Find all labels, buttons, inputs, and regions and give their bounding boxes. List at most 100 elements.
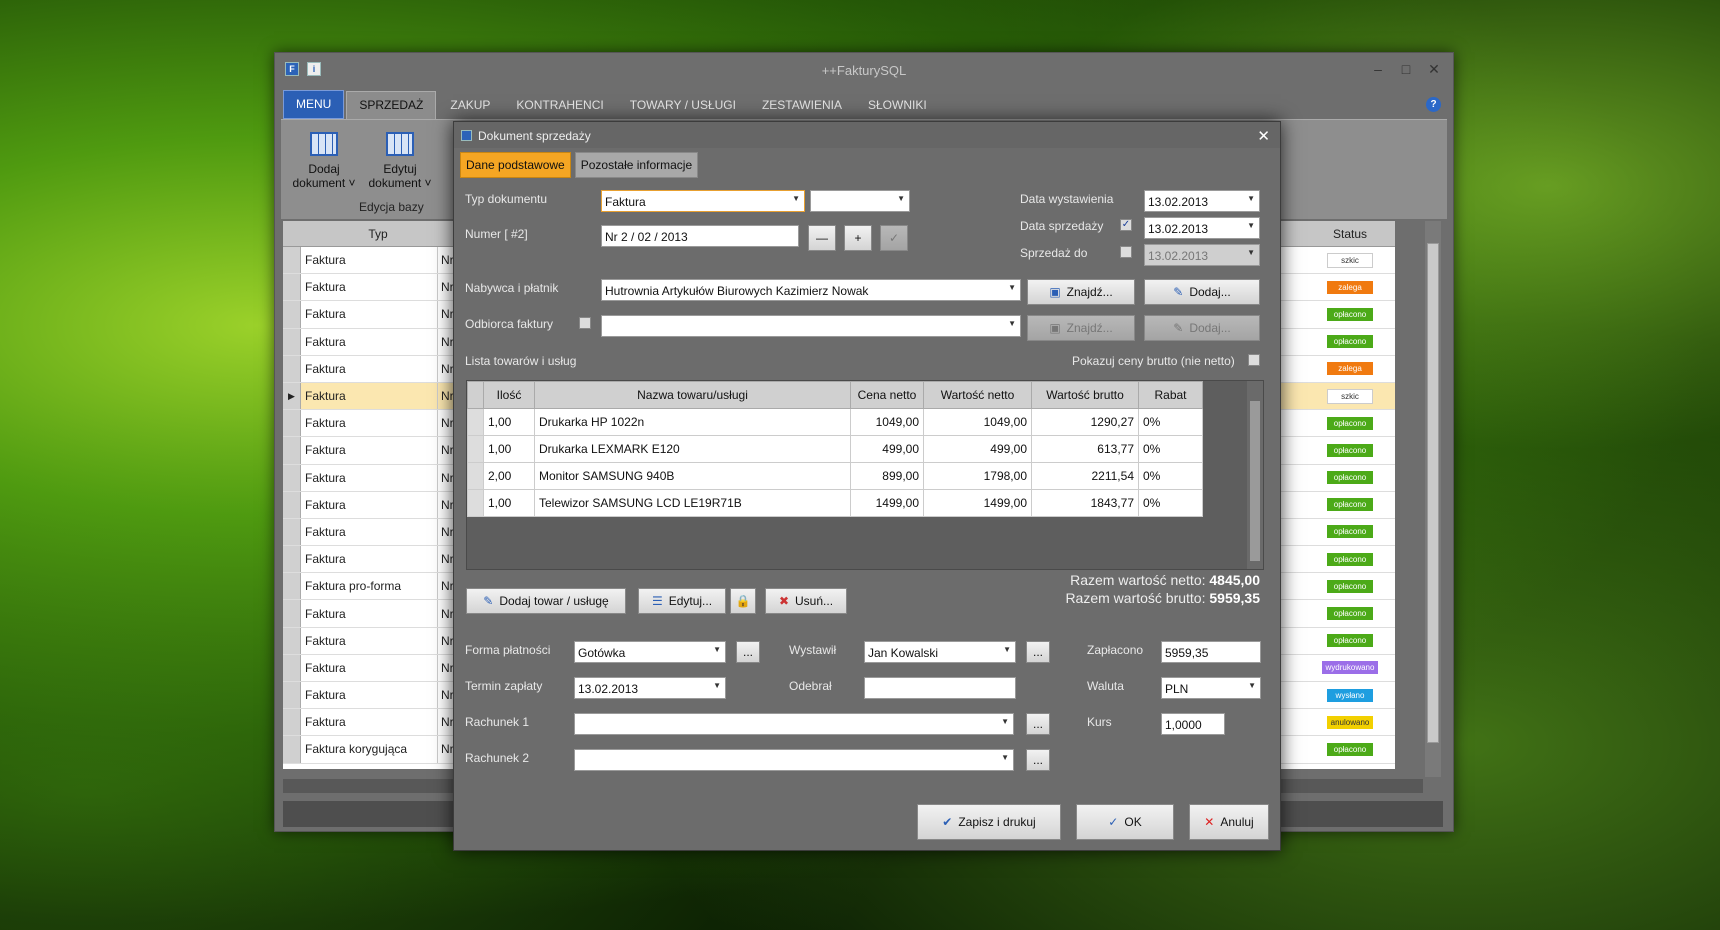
item-row[interactable]: 1,00 Drukarka LEXMARK E120 499,00 499,00… <box>467 435 1203 463</box>
dialog-title: Dokument sprzedaży <box>478 129 591 143</box>
edit-document-button[interactable]: Edytuj dokument ˅ <box>365 132 435 190</box>
tab-slowniki[interactable]: SŁOWNIKI <box>856 92 939 119</box>
increment-button[interactable]: + <box>844 225 872 251</box>
waluta-dropdown[interactable]: PLN ▼ <box>1161 677 1261 699</box>
lock-button[interactable]: 🔒 <box>730 588 756 614</box>
column-typ[interactable]: Typ <box>301 221 456 246</box>
data-sprzedazy-checkbox[interactable]: ✓ <box>1120 219 1132 231</box>
dodaj-odbiorca-button[interactable]: ✎ Dodaj... <box>1144 315 1260 341</box>
grid-vertical-scrollbar[interactable] <box>1425 221 1441 777</box>
confirm-number-button[interactable]: ✓ <box>880 225 908 251</box>
tab-zakup[interactable]: ZAKUP <box>438 92 502 119</box>
dialog-close-icon[interactable]: ✕ <box>1257 127 1270 145</box>
row-selector[interactable] <box>283 274 301 301</box>
zapisz-drukuj-button[interactable]: ✔ Zapisz i drukuj <box>917 804 1061 840</box>
row-selector[interactable] <box>283 247 301 274</box>
edytuj-button[interactable]: ☰ Edytuj... <box>638 588 726 614</box>
anuluj-button[interactable]: ✕ Anuluj <box>1189 804 1269 840</box>
col-cena-netto[interactable]: Cena netto <box>850 381 924 409</box>
status-badge: wysłano <box>1327 688 1373 702</box>
row-selector[interactable] <box>283 573 301 600</box>
ok-button[interactable]: ✓ OK <box>1076 804 1174 840</box>
termin-picker[interactable]: 13.02.2013 ▼ <box>574 677 726 699</box>
typ-sub-dropdown[interactable]: ▼ <box>810 190 910 212</box>
item-selector[interactable] <box>467 435 484 463</box>
close-icon[interactable]: ✕ <box>1425 61 1443 78</box>
col-nazwa[interactable]: Nazwa towaru/usługi <box>534 381 851 409</box>
col-ilosc[interactable]: Ilość <box>483 381 535 409</box>
help-icon[interactable]: ? <box>1426 97 1441 112</box>
row-selector[interactable] <box>283 301 301 328</box>
col-wartosc-brutto[interactable]: Wartość brutto <box>1031 381 1139 409</box>
znajdz-odbiorca-button[interactable]: ▣ Znajdź... <box>1027 315 1135 341</box>
rachunek2-ellipsis-button[interactable]: ... <box>1026 749 1050 771</box>
row-selector[interactable] <box>283 464 301 491</box>
status-cell: zalega <box>1305 274 1395 302</box>
row-selector[interactable] <box>283 355 301 382</box>
usun-button[interactable]: ✖ Usuń... <box>765 588 847 614</box>
item-selector[interactable] <box>467 489 484 517</box>
row-selector[interactable] <box>283 600 301 627</box>
items-scrollbar[interactable] <box>1247 381 1263 569</box>
row-selector[interactable]: ▶ <box>283 382 301 410</box>
item-selector[interactable] <box>467 462 484 490</box>
forma-ellipsis-button[interactable]: ... <box>736 641 760 663</box>
row-selector[interactable] <box>283 627 301 654</box>
col-wartosc-netto[interactable]: Wartość netto <box>923 381 1032 409</box>
brutto-checkbox[interactable] <box>1248 354 1260 366</box>
rachunek1-dropdown[interactable]: ▼ <box>574 713 1014 735</box>
kurs-input[interactable]: 1,0000 <box>1161 713 1225 735</box>
tab-pozostale-informacje[interactable]: Pozostałe informacje <box>574 152 699 178</box>
row-selector[interactable] <box>283 437 301 464</box>
dodaj-towar-button[interactable]: ✎ Dodaj towar / usługę <box>466 588 626 614</box>
column-status[interactable]: Status <box>1305 221 1395 247</box>
znajdz-nabywca-button[interactable]: ▣ Znajdź... <box>1027 279 1135 305</box>
row-selector[interactable] <box>283 410 301 437</box>
col-rabat[interactable]: Rabat <box>1138 381 1203 409</box>
data-sprzedazy-picker[interactable]: 13.02.2013 ▼ <box>1144 217 1260 239</box>
book-icon: ▣ <box>1049 321 1061 335</box>
zaplacono-input[interactable]: 5959,35 <box>1161 641 1261 663</box>
row-selector[interactable] <box>283 709 301 736</box>
tab-sprzedaz[interactable]: SPRZEDAŻ <box>346 91 437 119</box>
tab-zestawienia[interactable]: ZESTAWIENIA <box>750 92 854 119</box>
maximize-icon[interactable]: □ <box>1397 61 1415 78</box>
tab-towary[interactable]: TOWARY / USŁUGI <box>618 92 748 119</box>
wystawil-dropdown[interactable]: Jan Kowalski ▼ <box>864 641 1016 663</box>
row-selector[interactable] <box>283 491 301 518</box>
minimize-icon[interactable]: – <box>1369 61 1387 78</box>
row-selector[interactable] <box>283 736 301 763</box>
odbiorca-checkbox[interactable] <box>579 317 591 329</box>
row-selector[interactable] <box>283 518 301 546</box>
row-selector[interactable] <box>283 682 301 709</box>
forma-dropdown[interactable]: Gotówka ▼ <box>574 641 726 663</box>
row-selector[interactable] <box>283 328 301 355</box>
dodaj-nabywca-button[interactable]: ✎ Dodaj... <box>1144 279 1260 305</box>
rachunek1-ellipsis-button[interactable]: ... <box>1026 713 1050 735</box>
numer-input[interactable]: Nr 2 / 02 / 2013 <box>601 225 799 247</box>
data-wystawienia-picker[interactable]: 13.02.2013 ▼ <box>1144 190 1260 212</box>
wystawil-ellipsis-button[interactable]: ... <box>1026 641 1050 663</box>
item-row[interactable]: 1,00 Telewizor SAMSUNG LCD LE19R71B 1499… <box>467 489 1203 517</box>
nabywca-dropdown[interactable]: Hutrownia Artykułów Biurowych Kazimierz … <box>601 279 1021 301</box>
decrement-button[interactable]: — <box>808 225 836 251</box>
sprzedaz-do-picker[interactable]: 13.02.2013 ▼ <box>1144 244 1260 266</box>
item-ilosc: 1,00 <box>483 435 535 463</box>
odebral-input[interactable] <box>864 677 1016 699</box>
item-row[interactable]: 2,00 Monitor SAMSUNG 940B 899,00 1798,00… <box>467 462 1203 490</box>
menu-button[interactable]: MENU <box>283 90 345 119</box>
sprzedaz-do-checkbox[interactable] <box>1120 246 1132 258</box>
odbiorca-dropdown[interactable]: ▼ <box>601 315 1021 337</box>
tab-dane-podstawowe[interactable]: Dane podstawowe <box>460 152 571 178</box>
row-selector[interactable] <box>283 654 301 681</box>
tab-kontrahenci[interactable]: KONTRAHENCI <box>504 92 615 119</box>
add-document-button[interactable]: Dodaj dokument ˅ <box>289 132 359 190</box>
row-selector[interactable] <box>283 546 301 573</box>
item-selector[interactable] <box>467 408 484 436</box>
typ-dropdown[interactable]: Faktura ▼ <box>601 190 805 212</box>
rachunek2-dropdown[interactable]: ▼ <box>574 749 1014 771</box>
status-cell: anulowano <box>1305 709 1395 737</box>
row-typ: Faktura <box>301 355 438 382</box>
status-cell: opłacono <box>1305 736 1395 764</box>
item-row[interactable]: 1,00 Drukarka HP 1022n 1049,00 1049,00 1… <box>467 408 1203 436</box>
